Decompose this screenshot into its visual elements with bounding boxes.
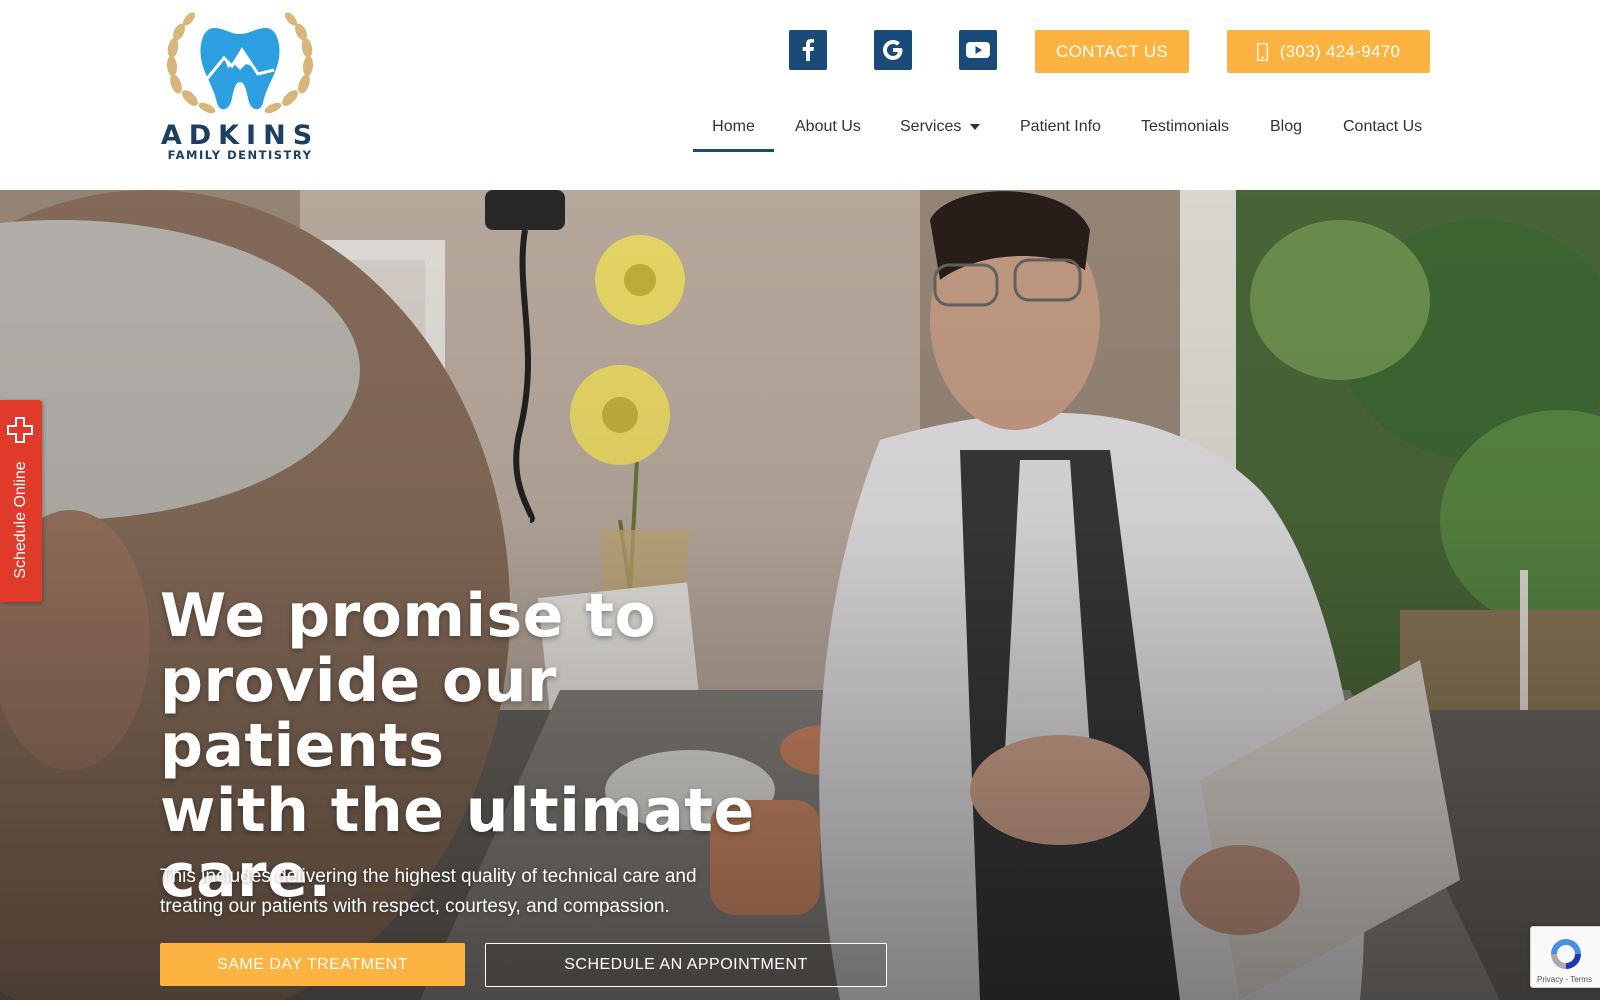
youtube-button[interactable] [959, 30, 997, 70]
phone-button[interactable]: (303) 424-9470 [1227, 30, 1430, 73]
nav-item-patient-info[interactable]: Patient Info [1020, 112, 1101, 152]
recaptcha-links[interactable]: Privacy - Terms [1537, 975, 1592, 984]
nav-item-services-label: Services [900, 118, 962, 135]
subtext-line: This includes delivering the highest qua… [160, 866, 697, 887]
caret-down-icon [970, 123, 981, 130]
brand-tagline: FAMILY DENTISTRY [167, 148, 313, 162]
headline-line: with the ultimate [160, 776, 755, 846]
medical-cross-icon [7, 417, 33, 443]
schedule-online-tab[interactable]: Schedule Online [0, 400, 42, 602]
tooth-logo-icon [166, 12, 314, 114]
contact-us-button[interactable]: CONTACT US [1035, 30, 1189, 73]
nav-item-about-us[interactable]: About Us [795, 112, 861, 152]
phone-number: (303) 424-9470 [1279, 41, 1401, 61]
nav-item-services[interactable]: Services [900, 112, 981, 152]
facebook-button[interactable] [789, 30, 827, 70]
same-day-treatment-button[interactable]: SAME DAY TREATMENT [160, 943, 465, 986]
headline-line: We promise to [160, 581, 657, 651]
subtext-line: treating our patients with respect, cour… [160, 896, 670, 917]
schedule-appointment-button[interactable]: SCHEDULE AN APPOINTMENT [485, 943, 887, 987]
nav-item-home[interactable]: Home [693, 112, 774, 152]
nav-item-testimonials[interactable]: Testimonials [1141, 112, 1229, 152]
nav-item-contact-us[interactable]: Contact Us [1343, 112, 1422, 152]
recaptcha-badge[interactable]: Privacy - Terms [1530, 926, 1600, 988]
facebook-icon [802, 39, 814, 61]
hero-subtext: This includes delivering the highest qua… [160, 862, 760, 922]
headline-line: provide our patients [160, 646, 557, 781]
site-logo[interactable]: ADKINS FAMILY DENTISTRY [160, 8, 320, 168]
schedule-online-label: Schedule Online [12, 461, 29, 579]
mobile-phone-icon [1256, 42, 1268, 61]
youtube-icon [966, 42, 990, 58]
recaptcha-icon [1551, 939, 1581, 969]
hero-headline: We promise to provide our patients with … [160, 584, 800, 909]
google-icon [883, 40, 903, 60]
nav-item-blog[interactable]: Blog [1270, 112, 1302, 152]
google-button[interactable] [874, 30, 912, 70]
site-header: ADKINS FAMILY DENTISTRY CONTACT US (303)… [0, 0, 1600, 190]
hero-section: We promise to provide our patients with … [0, 190, 1600, 1000]
brand-name: ADKINS [160, 120, 320, 151]
